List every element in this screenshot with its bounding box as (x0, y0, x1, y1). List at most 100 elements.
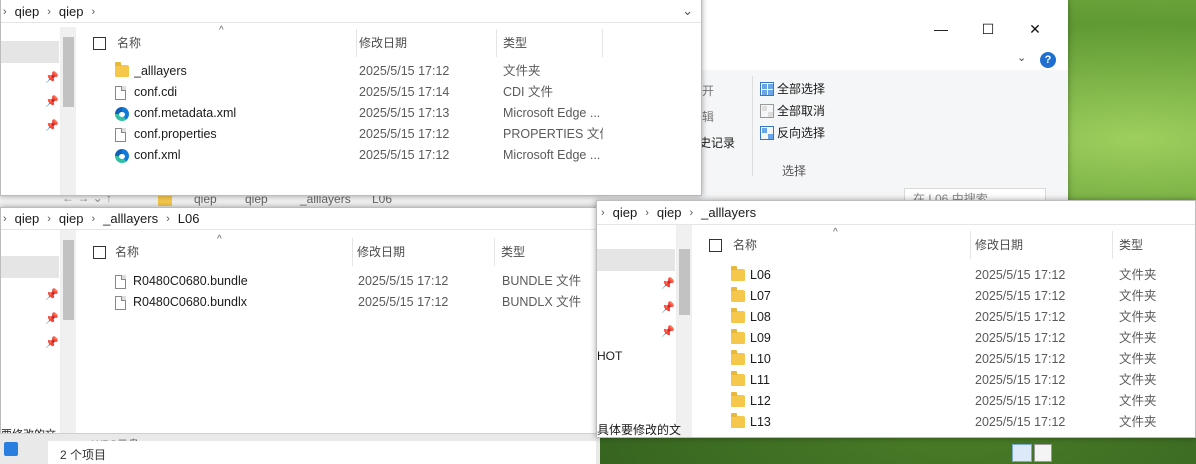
file-date: 2025/5/15 17:12 (975, 289, 1066, 303)
column-modified[interactable]: 修改日期 (969, 231, 1113, 259)
column-name[interactable]: 名称 (109, 238, 353, 266)
select-all-icon (760, 81, 774, 96)
explorer-window-qiep: › qiep › qiep › ⌄ 📌 📌 📌 ^ 名称 修改日期 类型 _al… (0, 0, 702, 196)
address-seg-4[interactable]: L06 (178, 211, 200, 226)
file-row[interactable]: L06 2025/5/15 17:12 文件夹 (693, 265, 1195, 286)
explorer-window-l06: › qiep › qiep › _alllayers › L06 📌 📌 📌 要… (0, 207, 600, 435)
address-bar[interactable]: › qiep › qiep › _alllayers › L06 (1, 208, 599, 230)
file-row[interactable]: L07 2025/5/15 17:12 文件夹 (693, 286, 1195, 307)
nav-scroll-thumb[interactable] (63, 37, 74, 107)
column-name[interactable]: 名称 (727, 231, 971, 259)
file-name: conf.xml (134, 148, 181, 162)
pin-icon: 📌 (661, 278, 675, 290)
column-type[interactable]: 类型 (495, 238, 597, 266)
select-none-icon (760, 103, 774, 118)
file-row[interactable]: R0480C0680.bundlx 2025/5/15 17:12 BUNDLX 文… (77, 292, 597, 313)
address-seg-3[interactable]: _alllayers (701, 205, 756, 220)
file-icon (115, 296, 126, 310)
close-button[interactable]: ✕ (1012, 14, 1058, 44)
file-row[interactable]: L08 2025/5/15 17:12 文件夹 (693, 307, 1195, 328)
chevron-right-icon: › (689, 206, 694, 219)
file-type: Microsoft Edge ... (503, 148, 601, 162)
nav-scrollbar[interactable] (677, 225, 692, 437)
address-dropdown-icon[interactable]: ⌄ (682, 3, 693, 19)
edge-icon (115, 149, 129, 163)
file-name: L13 (750, 415, 771, 429)
nav-scroll-thumb[interactable] (679, 249, 690, 315)
column-type[interactable]: 类型 (497, 29, 603, 57)
nav-scroll-thumb[interactable] (63, 240, 74, 320)
file-row[interactable]: L09 2025/5/15 17:12 文件夹 (693, 328, 1195, 349)
folder-icon (731, 329, 745, 344)
wps-icon[interactable] (4, 442, 18, 456)
folder-icon (731, 371, 745, 386)
file-row[interactable]: conf.xml 2025/5/15 17:12 Microsoft Edge ..… (77, 145, 697, 166)
minimize-button[interactable]: — (918, 14, 964, 44)
file-type: 文件夹 (1119, 415, 1157, 429)
file-name: conf.properties (134, 127, 217, 141)
file-date: 2025/5/15 17:12 (975, 352, 1066, 366)
navigation-pane: 📌 📌 📌 要修改的文 (1, 230, 76, 434)
column-header: ^ 名称 修改日期 类型 (693, 227, 1195, 259)
file-name: L06 (750, 268, 771, 282)
details-view-icon[interactable] (1012, 444, 1032, 462)
invert-selection-button[interactable]: 反向选择 (760, 124, 825, 141)
chevron-right-icon: › (47, 5, 51, 18)
column-name[interactable]: 名称 (111, 29, 357, 57)
file-date: 2025/5/15 17:12 (359, 64, 450, 78)
file-icon (115, 86, 126, 100)
address-seg-1[interactable]: qiep (15, 211, 40, 226)
chevron-right-icon: › (3, 212, 7, 225)
select-all-checkbox[interactable] (93, 37, 106, 50)
maximize-button[interactable]: ☐ (965, 14, 1011, 44)
column-type[interactable]: 类型 (1113, 231, 1195, 259)
file-row[interactable]: L10 2025/5/15 17:12 文件夹 (693, 349, 1195, 370)
address-seg-1[interactable]: qiep (613, 205, 638, 220)
select-none-button[interactable]: 全部取消 (760, 102, 825, 119)
help-icon[interactable]: ? (1040, 52, 1056, 68)
file-row[interactable]: conf.metadata.xml 2025/5/15 17:13 Microsof… (77, 103, 697, 124)
address-seg-3[interactable]: _alllayers (103, 211, 158, 226)
address-seg-1[interactable]: qiep (15, 4, 40, 19)
chevron-right-icon: › (47, 212, 51, 225)
column-modified[interactable]: 修改日期 (353, 29, 497, 57)
address-seg-2[interactable]: qiep (59, 211, 84, 226)
view-toggle (1010, 444, 1054, 462)
select-all-checkbox[interactable] (93, 246, 106, 259)
file-row[interactable]: _alllayers 2025/5/15 17:12 文件夹 (77, 61, 697, 82)
nav-scrollbar[interactable] (61, 27, 76, 195)
file-name: L10 (750, 352, 771, 366)
address-bar[interactable]: › qiep › qiep › _alllayers (597, 201, 1195, 225)
chevron-right-icon: › (166, 212, 170, 225)
navigation-pane: 📌 📌 📌 (1, 27, 76, 195)
nav-selected-item[interactable] (1, 256, 59, 278)
nav-selected-item[interactable] (597, 249, 675, 271)
file-name: L07 (750, 289, 771, 303)
file-row[interactable]: L13 2025/5/15 17:12 文件夹 (693, 412, 1195, 433)
column-modified[interactable]: 修改日期 (351, 238, 495, 266)
file-name: R0480C0680.bundle (133, 274, 248, 288)
address-seg-2[interactable]: qiep (657, 205, 682, 220)
nav-selected-item[interactable] (1, 41, 59, 63)
address-seg-2[interactable]: qiep (59, 4, 84, 19)
file-type: BUNDLX 文件 (502, 295, 582, 309)
select-group-label: 选择 (782, 164, 807, 178)
select-all-checkbox[interactable] (709, 239, 722, 252)
file-row[interactable]: conf.cdi 2025/5/15 17:14 CDI 文件 (77, 82, 697, 103)
file-row[interactable]: R0480C0680.bundle 2025/5/15 17:12 BUNDLE 文… (77, 271, 597, 292)
select-all-button[interactable]: 全部选择 (760, 80, 825, 97)
file-row[interactable]: L12 2025/5/15 17:12 文件夹 (693, 391, 1195, 412)
file-date: 2025/5/15 17:12 (975, 268, 1066, 282)
nav-scrollbar[interactable] (61, 230, 76, 434)
file-row[interactable]: L11 2025/5/15 17:12 文件夹 (693, 370, 1195, 391)
pin-icon: 📌 (45, 313, 59, 325)
thumbnail-view-icon[interactable] (1034, 444, 1052, 462)
address-bar[interactable]: › qiep › qiep › ⌄ (1, 1, 701, 23)
file-row[interactable]: conf.properties 2025/5/15 17:12 PROPERTIES… (77, 124, 697, 145)
chevron-right-icon: › (91, 5, 96, 18)
item-count: 2 个项目 (60, 448, 107, 462)
folder-icon (731, 308, 745, 323)
ribbon-collapse-icon[interactable]: ⌄ (1017, 51, 1026, 64)
file-type: 文件夹 (1119, 331, 1157, 345)
file-name: L11 (750, 373, 770, 387)
